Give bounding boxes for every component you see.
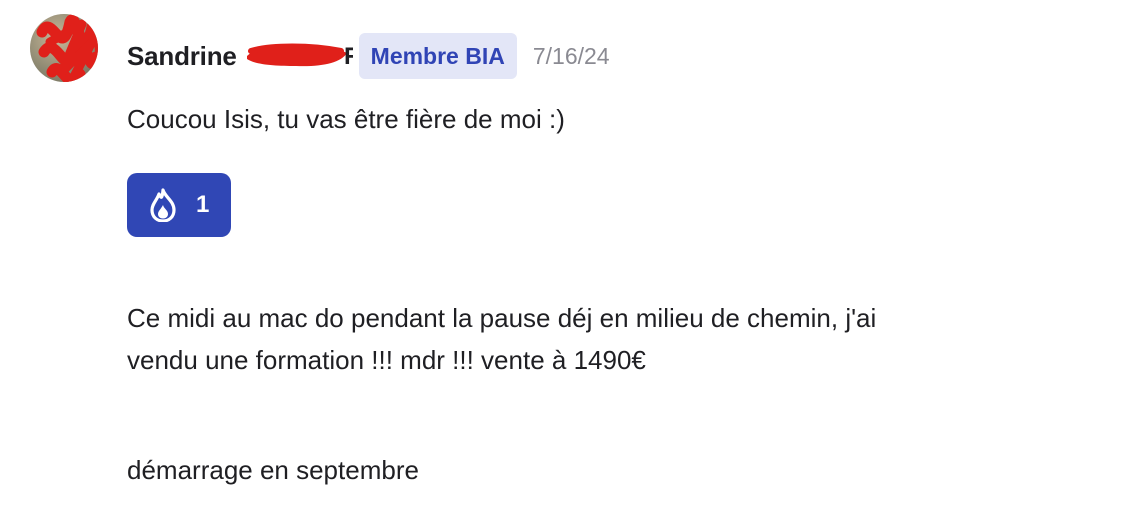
message-line: Coucou Isis, tu vas être fière de moi :) [127,104,565,134]
message-line: démarrage en septembre [127,455,419,485]
message-header: Sandrine R Membre BIA 7/16/24 [127,32,610,80]
redaction-scribble-icon [36,14,98,82]
reaction-button[interactable]: 1 [127,173,231,237]
avatar[interactable] [30,14,98,82]
redacted-surname: R [241,41,353,71]
flame-icon [149,188,177,223]
author-name[interactable]: Sandrine [127,41,237,72]
message-timestamp: 7/16/24 [532,42,610,69]
reaction-count: 1 [196,191,210,218]
message-line: Ce midi au mac do pendant la pause déj e… [127,303,877,333]
svg-text:R: R [344,43,353,70]
chat-message: Sandrine R Membre BIA 7/16/24 Coucou Isi… [0,0,1144,505]
member-badge: Membre BIA [358,33,517,79]
message-line: vendu une formation !!! mdr !!! vente à … [127,345,646,375]
